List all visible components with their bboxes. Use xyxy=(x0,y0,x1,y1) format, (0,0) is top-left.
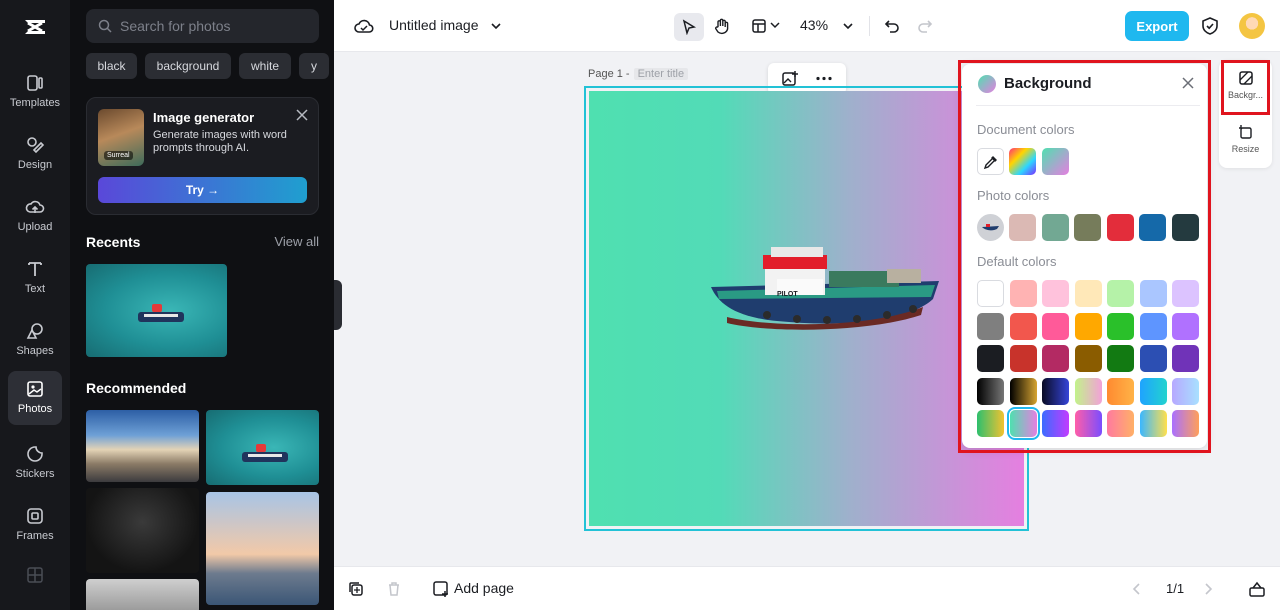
search-input[interactable] xyxy=(120,9,310,43)
close-icon[interactable] xyxy=(296,109,308,121)
rail-item-label: Shapes xyxy=(16,345,54,357)
select-tool-button[interactable] xyxy=(674,13,704,41)
recommended-photo-boat[interactable] xyxy=(206,410,319,485)
upload-icon xyxy=(25,200,45,213)
recommended-heading: Recommended xyxy=(86,380,187,396)
undo-icon[interactable] xyxy=(883,17,901,35)
pointer-icon xyxy=(682,19,697,35)
hand-icon xyxy=(715,18,729,35)
hand-tool-button[interactable] xyxy=(707,13,737,41)
redo-icon[interactable] xyxy=(916,17,934,35)
search-icon xyxy=(98,19,112,33)
top-bar: Untitled image 43% Export xyxy=(334,0,1280,52)
try-button[interactable]: Try → xyxy=(98,177,307,203)
chevron-down-icon[interactable] xyxy=(842,21,854,31)
chip-black[interactable]: black xyxy=(86,53,137,79)
rail-item-label: Stickers xyxy=(15,468,55,480)
page-number-label: Page 1 - xyxy=(588,68,630,80)
chevron-down-icon[interactable] xyxy=(770,21,780,29)
text-icon xyxy=(28,262,42,276)
more-apps-icon[interactable] xyxy=(26,566,44,584)
layout-icon[interactable] xyxy=(751,18,767,34)
add-page-icon[interactable] xyxy=(432,580,450,598)
highlight-box-background-tool xyxy=(1221,60,1270,115)
design-icon xyxy=(27,137,45,154)
left-rail: Templates Design Upload Text Shapes Phot… xyxy=(0,0,70,610)
boat-name-label: PILOT xyxy=(777,291,798,298)
user-avatar[interactable] xyxy=(1239,13,1265,39)
cloud-save-icon[interactable] xyxy=(354,17,374,35)
shield-icon[interactable] xyxy=(1201,16,1219,36)
rail-item-frames[interactable]: Frames xyxy=(8,498,62,552)
highlight-box-background-panel xyxy=(958,60,1211,453)
resize-icon xyxy=(1238,125,1252,139)
rail-item-photos[interactable]: Photos xyxy=(8,371,62,425)
recommended-photo-building[interactable] xyxy=(86,579,199,610)
search-box[interactable] xyxy=(86,9,319,43)
frames-icon xyxy=(27,508,43,524)
image-generator-description: Generate images with word prompts throug… xyxy=(153,129,287,154)
page-title-input[interactable]: Enter title xyxy=(633,68,689,80)
photos-panel: black background white y Surreal Image g… xyxy=(70,0,334,610)
bottom-bar: Add page 1/1 xyxy=(334,566,1280,610)
recent-photo-boat[interactable] xyxy=(86,264,227,357)
image-generator-thumbnail: Surreal xyxy=(98,109,144,166)
image-generator-card: Surreal Image generator Generate images … xyxy=(86,97,319,215)
image-generator-title: Image generator xyxy=(153,110,255,125)
rail-item-label: Frames xyxy=(16,530,54,542)
recommended-photo-dark-texture[interactable] xyxy=(86,488,199,573)
rail-item-label: Design xyxy=(17,159,53,171)
rail-item-shapes[interactable]: Shapes xyxy=(8,313,62,367)
previous-page-icon[interactable] xyxy=(1131,582,1143,596)
recommended-photo-skyline[interactable] xyxy=(206,492,319,605)
rail-item-label: Templates xyxy=(9,97,61,109)
rail-item-label: Photos xyxy=(17,403,53,415)
next-page-icon[interactable] xyxy=(1202,582,1214,596)
thumbnail-tag: Surreal xyxy=(104,151,133,160)
boat-image[interactable]: PILOT xyxy=(707,241,947,341)
chip-more[interactable]: y xyxy=(299,53,329,79)
document-title[interactable]: Untitled image xyxy=(389,17,479,33)
chevron-down-icon[interactable] xyxy=(490,21,502,31)
view-all-link[interactable]: View all xyxy=(274,234,319,249)
rail-item-label: Text xyxy=(24,283,46,295)
page-manager-icon[interactable] xyxy=(1248,580,1266,598)
delete-page-icon[interactable] xyxy=(386,581,402,597)
duplicate-page-icon[interactable] xyxy=(348,581,364,597)
capcut-logo-icon[interactable] xyxy=(22,14,48,40)
photos-icon xyxy=(27,381,43,397)
recommended-photo-city[interactable] xyxy=(86,410,199,482)
zoom-level[interactable]: 43% xyxy=(800,17,828,33)
panel-collapse-handle[interactable] xyxy=(334,280,342,330)
recents-heading: Recents xyxy=(86,234,141,250)
export-button[interactable]: Export xyxy=(1125,11,1189,41)
page-label: Page 1 - Enter title xyxy=(588,68,689,80)
resize-tool-label: Resize xyxy=(1231,144,1260,154)
resize-tool-button[interactable]: Resize xyxy=(1221,116,1270,168)
rail-item-text[interactable]: Text xyxy=(8,251,62,305)
rail-item-templates[interactable]: Templates xyxy=(8,65,62,119)
rail-item-design[interactable]: Design xyxy=(8,127,62,181)
rail-item-stickers[interactable]: Stickers xyxy=(8,436,62,490)
page-indicator: 1/1 xyxy=(1166,581,1185,596)
shapes-icon xyxy=(26,323,43,339)
templates-icon xyxy=(27,75,43,91)
chip-background[interactable]: background xyxy=(145,53,231,79)
more-options-icon[interactable] xyxy=(816,76,832,81)
rail-item-label: Upload xyxy=(17,221,53,233)
chip-white[interactable]: white xyxy=(239,53,291,79)
add-page-button[interactable]: Add page xyxy=(454,580,514,596)
rail-item-upload[interactable]: Upload xyxy=(8,189,62,243)
stickers-icon xyxy=(27,446,43,462)
